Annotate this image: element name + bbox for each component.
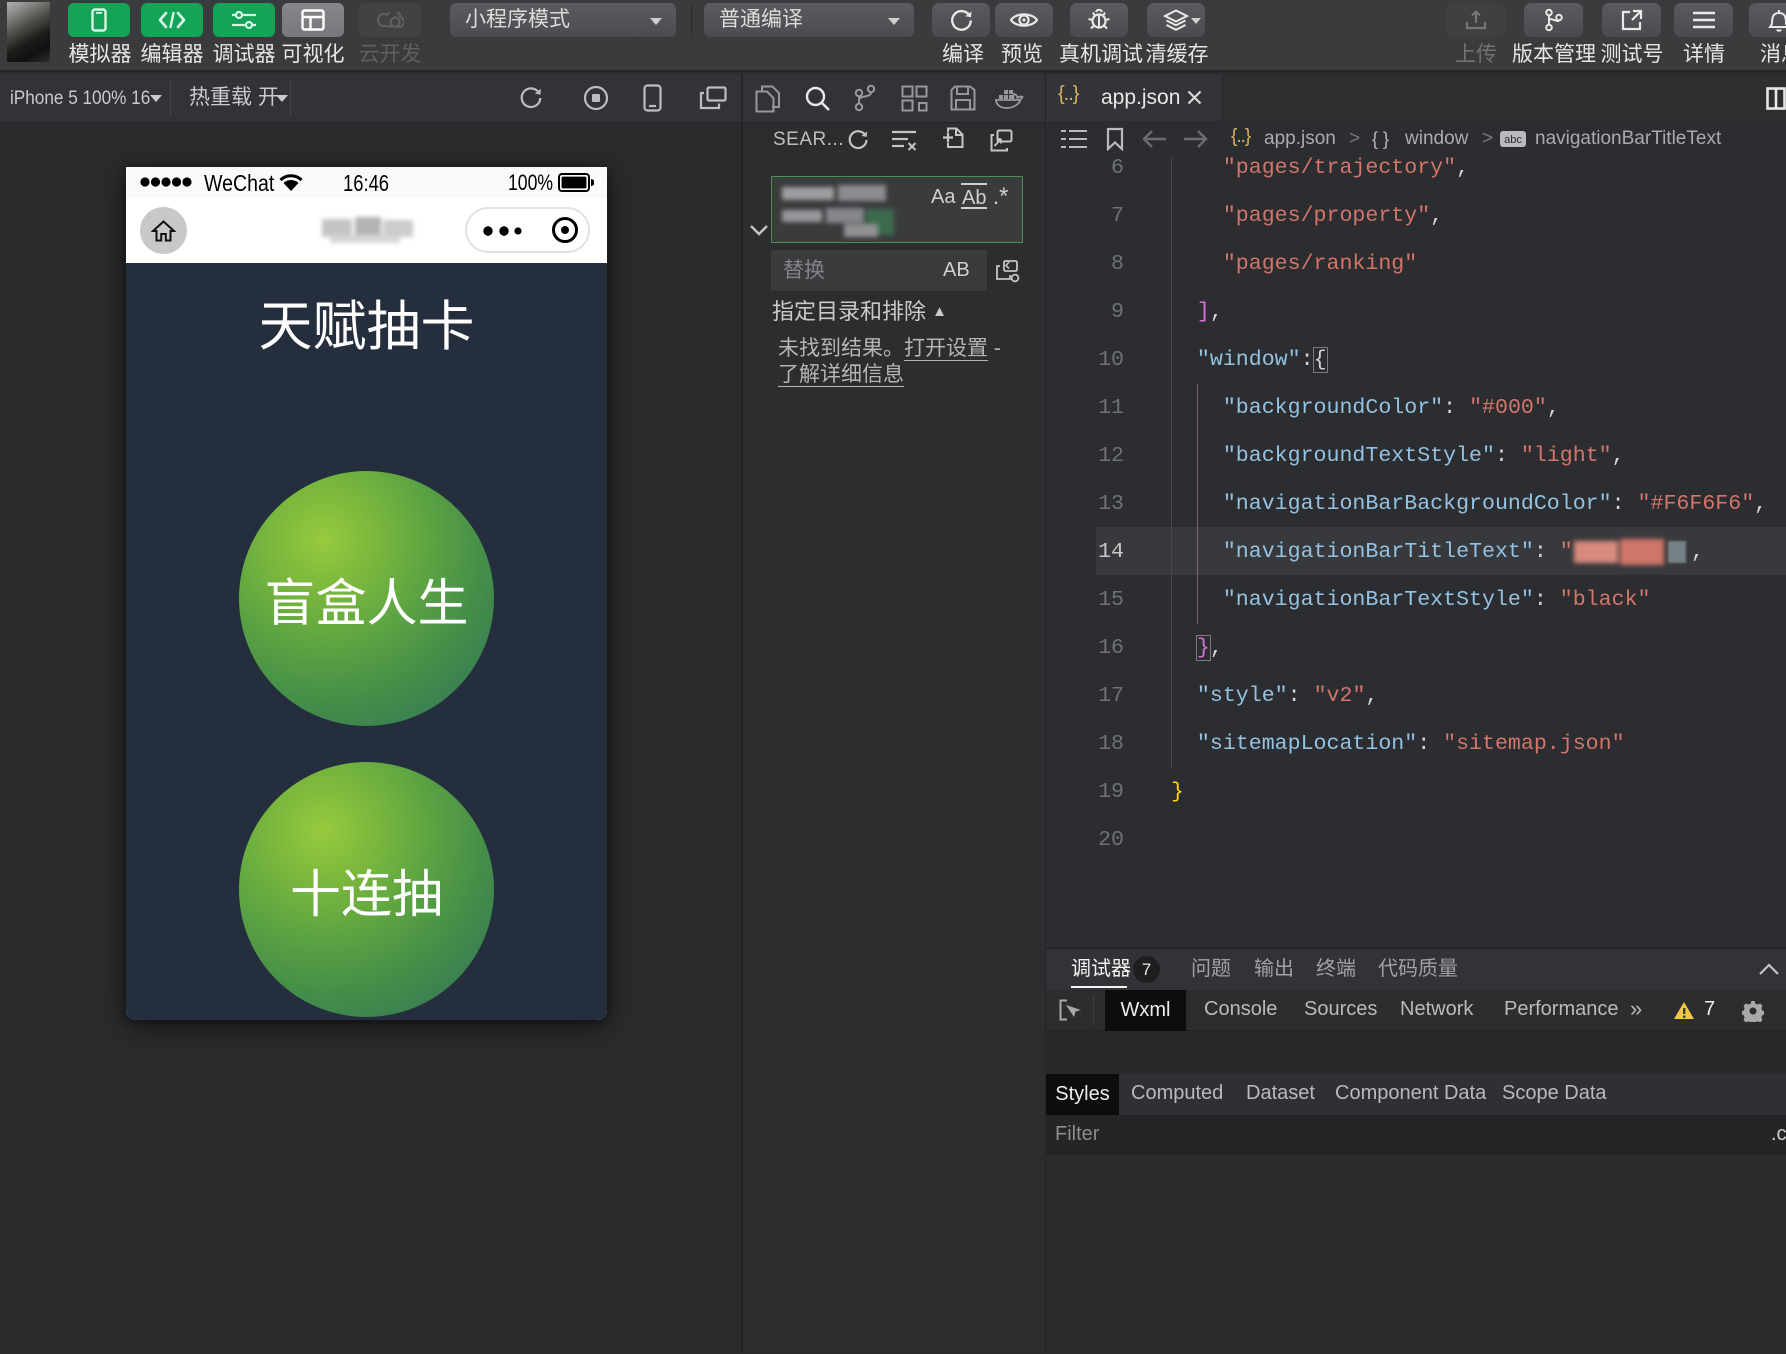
svg-text:abc: abc — [1504, 134, 1522, 146]
